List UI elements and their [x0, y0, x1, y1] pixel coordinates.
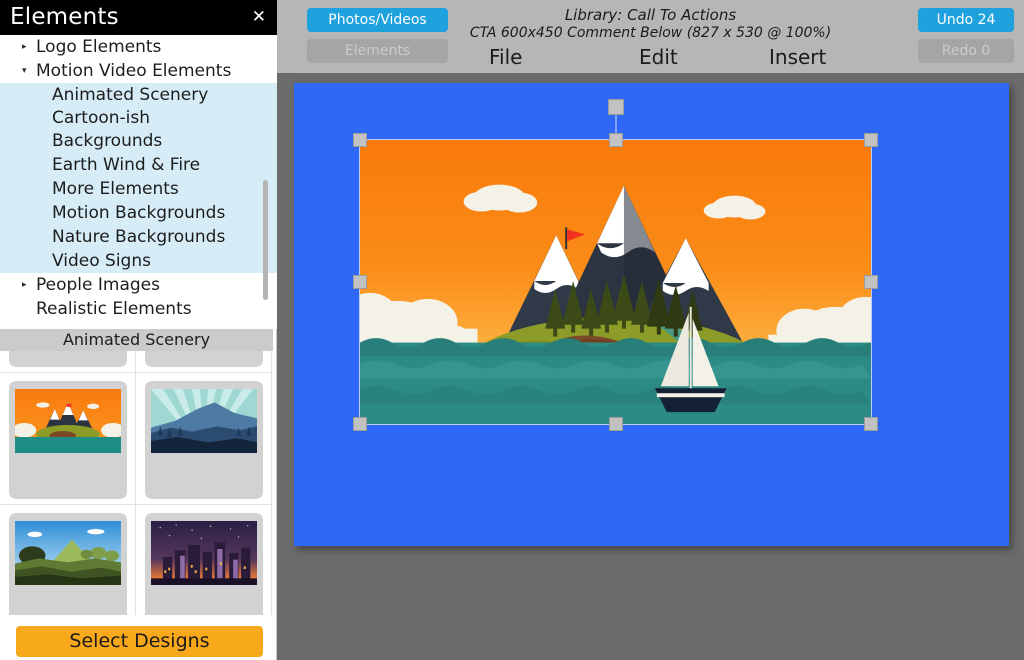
thumbnail-cell[interactable]: [0, 373, 136, 505]
rotate-handle[interactable]: [607, 99, 624, 115]
menu-insert[interactable]: Insert: [769, 45, 826, 69]
resize-handle-w[interactable]: [353, 275, 367, 289]
selection-box[interactable]: [353, 99, 878, 431]
resize-handle-e[interactable]: [864, 275, 878, 289]
thumbnail-teal-rays-mountain[interactable]: [144, 381, 263, 499]
document-info: CTA 600x450 Comment Below (827 x 530 @ 1…: [469, 25, 832, 41]
selected-image-mountain-scene[interactable]: [360, 140, 871, 424]
thumbnail-image: [150, 521, 257, 585]
panel-header: Elements ✕: [0, 0, 277, 35]
thumbnail-image: [150, 389, 257, 453]
chevron-right-icon: ▸: [22, 42, 27, 52]
tree-item-nature-backgrounds[interactable]: Nature Backgrounds: [0, 225, 277, 249]
thumbnail-grid[interactable]: [0, 351, 273, 615]
elements-tree[interactable]: ▸ Logo Elements ▾ Motion Video Elements …: [0, 35, 277, 329]
thumbnail-cell[interactable]: [136, 505, 272, 615]
tree-item-more-elements[interactable]: More Elements: [0, 177, 277, 201]
tree-group-logo-elements[interactable]: ▸ Logo Elements: [0, 35, 277, 59]
tree-children-motion-video: Animated Scenery Cartoon-ish Backgrounds…: [0, 83, 277, 273]
canvas-page[interactable]: [294, 83, 1009, 546]
toolbar: Photos/Videos Elements Undo 24 Redo 0 Li…: [277, 0, 1024, 73]
thumbnail-blue-ray-mountain[interactable]: [144, 351, 263, 367]
tree-item-motion-backgrounds[interactable]: Motion Backgrounds: [0, 201, 277, 225]
thumbnail-image: [14, 521, 121, 585]
thumbnail-green-forest-hill[interactable]: [8, 513, 127, 615]
tree-group-label: Motion Video Elements: [36, 61, 232, 81]
tree-group-motion-video-elements[interactable]: ▾ Motion Video Elements: [0, 59, 277, 83]
thumbnail-row: [0, 351, 273, 373]
tree-item-cartoon-ish[interactable]: Cartoon-ish: [0, 107, 277, 130]
library-title: Library: Call To Actions: [564, 6, 737, 24]
thumbnail-orange-sunset-island[interactable]: [8, 381, 127, 499]
select-designs-button[interactable]: Select Designs: [16, 626, 263, 657]
menu-file[interactable]: File: [489, 45, 522, 69]
chevron-down-icon: ▾: [22, 66, 27, 76]
resize-handle-sw[interactable]: [353, 417, 367, 431]
workspace[interactable]: [277, 73, 1024, 660]
app-root: Elements ✕ ▸ Logo Elements ▾ Motion Vide…: [0, 0, 1024, 660]
tree-item-video-signs[interactable]: Video Signs: [0, 249, 277, 273]
thumbnail-cell[interactable]: [0, 351, 136, 373]
chevron-right-icon: ▸: [22, 280, 27, 290]
resize-handle-s[interactable]: [608, 417, 623, 431]
thumbnail-night-city-skyline[interactable]: [144, 513, 263, 615]
tree-item-backgrounds[interactable]: Backgrounds: [0, 130, 277, 153]
thumbnail-image: [14, 389, 121, 453]
tree-scrollbar[interactable]: [263, 180, 268, 300]
section-label: Animated Scenery: [0, 329, 273, 351]
elements-panel: Elements ✕ ▸ Logo Elements ▾ Motion Vide…: [0, 0, 277, 660]
resize-handle-ne[interactable]: [864, 133, 878, 147]
page-title: Elements: [10, 4, 119, 30]
tree-group-people-images[interactable]: ▸ People Images: [0, 273, 277, 297]
resize-handle-nw[interactable]: [353, 133, 367, 147]
rotation-line: [614, 113, 617, 134]
tree-group-label: Logo Elements: [36, 37, 162, 57]
elements-tab-button[interactable]: Elements: [307, 39, 448, 63]
menu-edit[interactable]: Edit: [639, 45, 678, 69]
thumbnail-cell[interactable]: [0, 505, 136, 615]
tree-group-label: People Images: [36, 275, 160, 295]
resize-handle-se[interactable]: [864, 417, 878, 431]
thumbnail-cell[interactable]: [136, 351, 272, 373]
close-icon[interactable]: ✕: [252, 8, 266, 26]
tree-item-animated-scenery[interactable]: Animated Scenery: [0, 83, 277, 107]
tree-group-realistic-elements[interactable]: Realistic Elements: [0, 297, 277, 321]
thumbnail-row: [0, 505, 273, 615]
tree-group-label: Realistic Elements: [36, 299, 192, 319]
thumbnail-cell[interactable]: [136, 373, 272, 505]
tree-item-earth-wind-fire[interactable]: Earth Wind & Fire: [0, 153, 277, 177]
thumbnail-row: [0, 373, 273, 505]
redo-button: Redo 0: [918, 39, 1014, 63]
thumbnail-sunset-mountain-island[interactable]: [8, 351, 127, 367]
resize-handle-n[interactable]: [608, 133, 623, 147]
